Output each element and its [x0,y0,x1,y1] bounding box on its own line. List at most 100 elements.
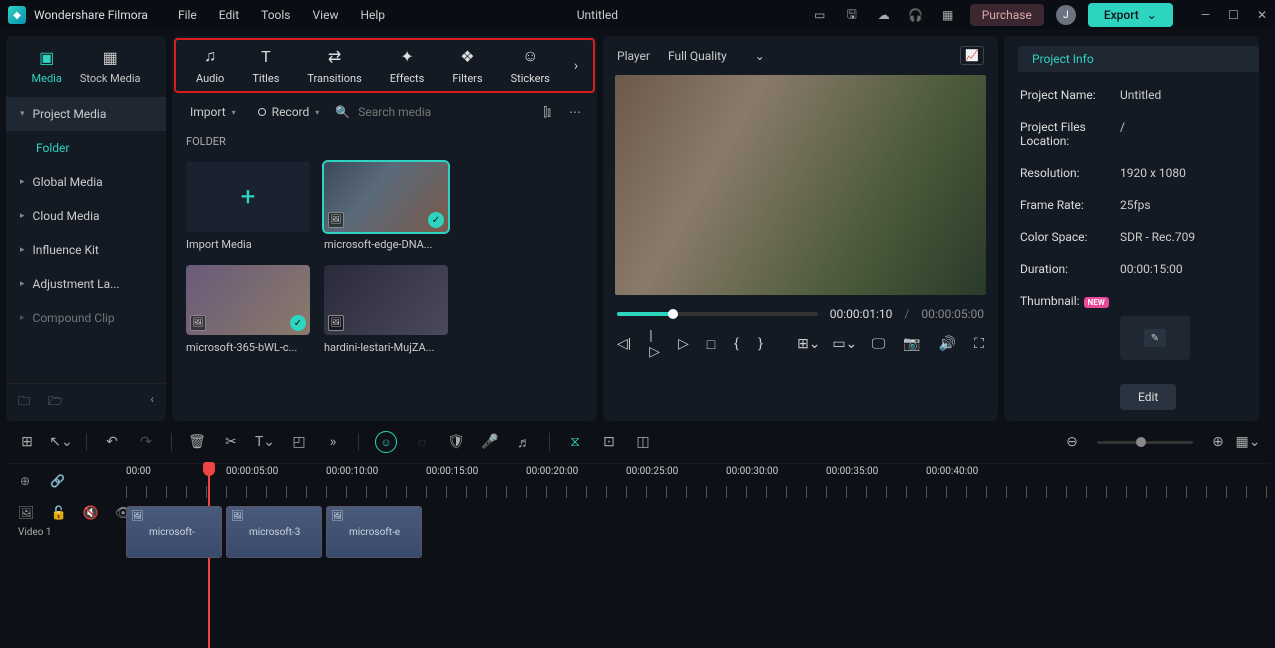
play-icon[interactable]: ▷ [678,335,689,353]
zoom-slider-thumb[interactable] [1136,437,1146,447]
cloud-download-icon[interactable]: ☁ [874,5,894,25]
link-clips-icon[interactable]: ⊡ [600,433,618,451]
timeline-clip[interactable]: 🖼microsoft-e [326,506,422,558]
crop-icon[interactable]: ◰ [290,433,308,451]
media-thumb[interactable]: 🖼✓ [186,265,310,335]
new-folder-icon[interactable]: 🗀 [18,392,30,413]
track-lock-icon[interactable]: 🔓 [51,506,67,521]
music-note-icon[interactable]: ♬ [515,433,533,451]
close-button[interactable]: ✕ [1257,8,1267,22]
menu-tools[interactable]: Tools [261,8,290,22]
export-button[interactable]: Export ⌄ [1088,3,1173,27]
volume-icon[interactable]: 🔊 [939,335,956,353]
menu-file[interactable]: File [178,8,197,22]
aspect-icon[interactable]: ▭⌄ [836,335,854,353]
split-icon[interactable]: ✂ [222,433,240,451]
sidebar-item-global-media[interactable]: ▸Global Media [6,165,166,199]
display-icon[interactable]: 🖵 [872,335,886,353]
sidebar-item-compound-clip[interactable]: ▸Compound Clip [6,301,166,335]
media-item-import[interactable]: + Import Media [186,162,310,251]
sidebar-tab-media[interactable]: ▣ Media [32,46,62,85]
minimize-button[interactable]: — [1201,8,1210,22]
media-thumb[interactable]: 🖼 [324,265,448,335]
zoom-out-icon[interactable]: ⊖ [1063,433,1081,451]
magnet-icon[interactable]: ⧖ [566,433,584,451]
record-dropdown[interactable]: Record▾ [252,101,326,123]
marker-icon[interactable]: ◫ [634,433,652,451]
import-media-thumb[interactable]: + [186,162,310,232]
search-input[interactable] [358,105,529,119]
filter-icon[interactable]: ⫿⫾ [539,105,555,120]
sidebar-subitem-folder[interactable]: Folder [6,131,166,165]
tab-filters[interactable]: ❖Filters [438,46,496,85]
zoom-slider[interactable] [1097,441,1193,444]
playhead-knob[interactable] [203,462,215,476]
quality-dropdown[interactable]: Full Quality⌄ [668,49,765,63]
track-image-icon[interactable]: 🖼 [18,506,35,521]
snapshot-icon[interactable]: 📈 [960,46,984,65]
delete-icon[interactable]: 🗑 [188,433,206,451]
view-options-icon[interactable]: ▦⌄ [1239,433,1257,451]
microphone-icon[interactable]: 🎤 [481,433,499,451]
track-mute-icon[interactable]: 🔇 [83,506,99,521]
sidebar-item-project-media[interactable]: ▾Project Media [6,97,166,131]
shield-icon[interactable]: 🛡 [447,433,465,451]
sidebar-item-adjustment-layer[interactable]: ▸Adjustment La... [6,267,166,301]
sidebar-item-influence-kit[interactable]: ▸Influence Kit [6,233,166,267]
tab-transitions[interactable]: ⇄Transitions [293,46,375,85]
sidebar-item-cloud-media[interactable]: ▸Cloud Media [6,199,166,233]
thumbnail-preview[interactable]: ✎ [1120,316,1190,360]
more-tools-icon[interactable]: » [324,433,342,451]
timeline-clip[interactable]: 🖼microsoft-3 [226,506,322,558]
mark-out-icon[interactable]: } [758,335,764,353]
sidebar-tab-stock[interactable]: ▦ Stock Media [80,46,141,85]
collapse-sidebar-icon[interactable]: ‹ [150,392,154,413]
add-track-icon[interactable]: ⊕ [20,474,30,488]
maximize-button[interactable]: ☐ [1228,8,1239,22]
timeline-ruler[interactable]: ✂ 00:0000:00:05:0000:00:10:0000:00:15:00… [126,464,1269,498]
save-icon[interactable]: 🖫 [842,5,862,25]
tab-audio[interactable]: ♫Audio [182,46,238,85]
more-icon[interactable]: ⋯ [565,105,585,119]
user-avatar[interactable]: J [1056,5,1076,25]
next-frame-icon[interactable]: |▷ [649,335,660,353]
pointer-icon[interactable]: ↖⌄ [52,433,70,451]
edit-button[interactable]: Edit [1120,384,1176,410]
tab-effects[interactable]: ✦Effects [376,46,439,85]
media-thumb[interactable]: 🖼✓ [324,162,448,232]
video-track[interactable]: 🖼microsoft-🖼microsoft-3🖼microsoft-e [126,498,1269,568]
media-item[interactable]: 🖼✓ microsoft-365-bWL-c... [186,265,310,354]
scrubber-track[interactable] [617,312,818,316]
stop-icon[interactable]: □ [707,335,715,353]
zoom-in-icon[interactable]: ⊕ [1209,433,1227,451]
menu-help[interactable]: Help [360,8,385,22]
device-icon[interactable]: ▭ [810,5,830,25]
text-icon[interactable]: T⌄ [256,433,274,451]
delete-folder-icon[interactable]: 🗁 [48,392,63,413]
apps-grid-icon[interactable]: ▦ [938,5,958,25]
circle-tool-icon[interactable]: ◌ [413,433,431,451]
ai-feature-icon[interactable]: ☺ [375,431,397,453]
redo-icon[interactable]: ↷ [137,433,155,451]
scrubber-thumb[interactable] [668,309,678,319]
purchase-button[interactable]: Purchase [970,4,1044,26]
edit-thumbnail-icon[interactable]: ✎ [1144,329,1166,347]
tab-titles[interactable]: TTitles [238,46,293,85]
prev-frame-icon[interactable]: ◁| [617,335,631,353]
menu-view[interactable]: View [313,8,339,22]
templates-icon[interactable]: ⊞ [18,433,36,451]
fullscreen-icon[interactable]: ⛶ [974,335,984,353]
camera-icon[interactable]: 📷 [903,335,920,353]
headphones-icon[interactable]: 🎧 [906,5,926,25]
project-info-tab[interactable]: Project Info [1018,46,1259,72]
link-track-icon[interactable]: 🔗 [50,474,65,488]
media-item[interactable]: 🖼 hardini-lestari-MujZA... [324,265,448,354]
tabs-next-icon[interactable]: › [564,58,588,74]
menu-edit[interactable]: Edit [219,8,239,22]
import-dropdown[interactable]: Import▾ [184,101,242,123]
undo-icon[interactable]: ↶ [103,433,121,451]
player-preview[interactable] [615,75,986,295]
media-item[interactable]: 🖼✓ microsoft-edge-DNA... [324,162,448,251]
tab-stickers[interactable]: ☺Stickers [497,46,564,85]
mark-in-icon[interactable]: { [733,335,739,353]
